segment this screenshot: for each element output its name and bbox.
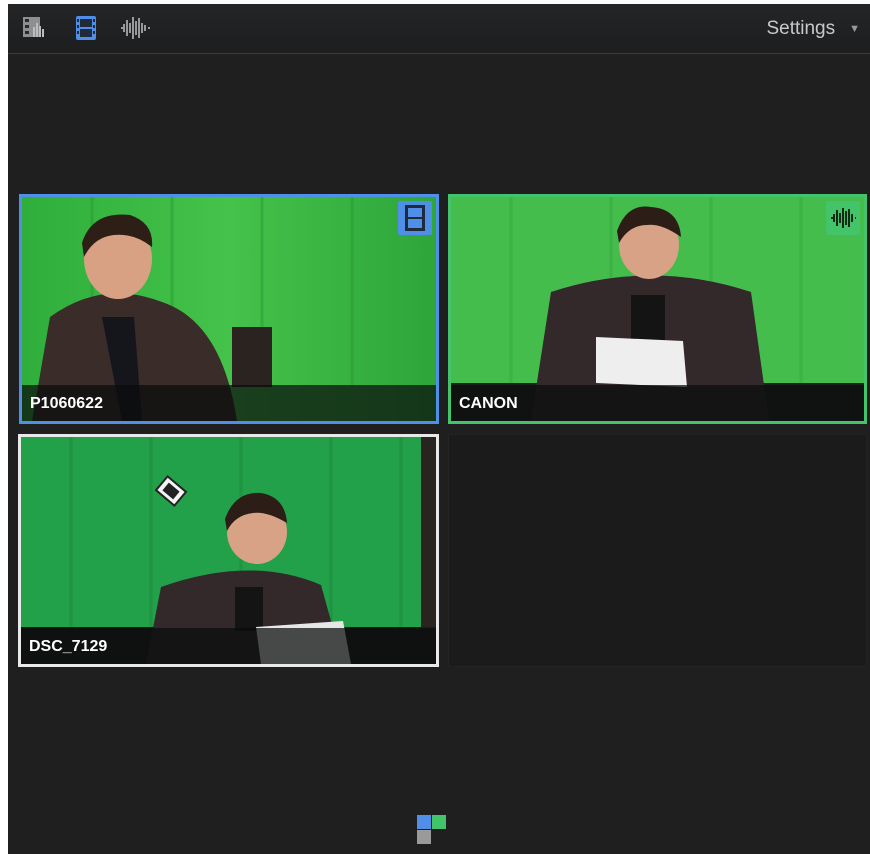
angle-tile-p1060622[interactable]: P1060622 <box>19 194 439 424</box>
video-only-icon[interactable] <box>74 14 98 42</box>
empty-angle-slot <box>448 434 867 667</box>
waveform-icon <box>826 201 860 235</box>
angle-label: CANON <box>459 395 518 412</box>
angle-label: P1060622 <box>30 395 103 412</box>
chevron-down-icon: ▼ <box>849 23 860 35</box>
angle-tile-dsc-7129[interactable]: DSC_7129 <box>18 434 439 667</box>
angle-grid-icon[interactable] <box>417 815 447 845</box>
viewer-toolbar: Settings ▼ <box>8 4 870 54</box>
settings-menu[interactable]: Settings ▼ <box>766 16 860 42</box>
video-audio-icon[interactable] <box>22 14 46 42</box>
angle-tile-canon[interactable]: CANON <box>448 194 867 424</box>
angle-label: DSC_7129 <box>29 638 108 655</box>
settings-label: Settings <box>766 18 836 39</box>
filmstrip-icon <box>398 201 432 235</box>
angle-viewer: Settings ▼ P1060622 CANON DSC_7129 <box>8 4 870 854</box>
audio-only-icon[interactable] <box>118 14 152 42</box>
